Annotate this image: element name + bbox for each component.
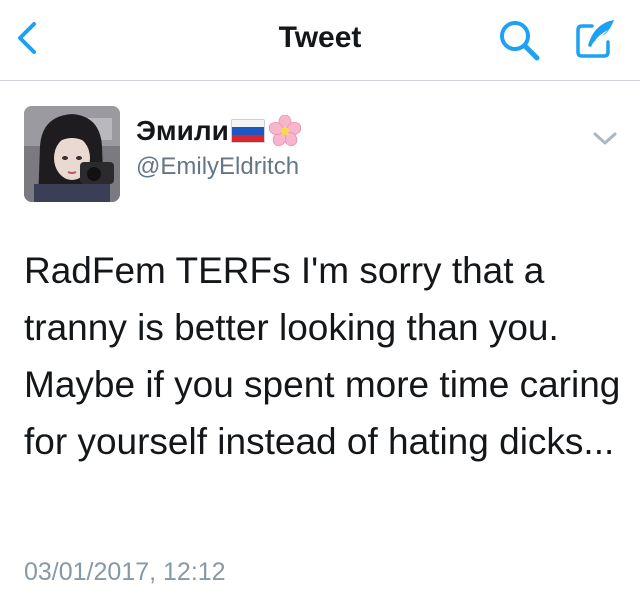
display-name: Эмили [136, 115, 229, 146]
display-name-row: Эмили [136, 114, 302, 148]
search-button[interactable] [497, 18, 541, 62]
navigation-bar: Tweet [0, 0, 640, 81]
chevron-down-icon [593, 132, 617, 145]
page-title: Tweet [278, 21, 362, 54]
compose-tweet-icon [576, 20, 614, 58]
user-handle: @EmilyEldritch [136, 153, 300, 180]
tweet-timestamp: 03/01/2017, 12:12 [24, 558, 226, 586]
tweet-options-button[interactable] [592, 130, 618, 148]
avatar[interactable] [24, 106, 120, 202]
tweet-author[interactable]: Эмили @EmilyEldritch [136, 114, 302, 184]
search-icon [500, 21, 540, 61]
russian-flag-icon [230, 119, 265, 143]
tweet-text: RadFem TERFs I'm sorry that a tranny is … [24, 250, 631, 462]
avatar-photo-icon [24, 106, 120, 202]
compose-tweet-button[interactable] [572, 16, 618, 62]
cherry-blossom-icon [268, 114, 302, 147]
